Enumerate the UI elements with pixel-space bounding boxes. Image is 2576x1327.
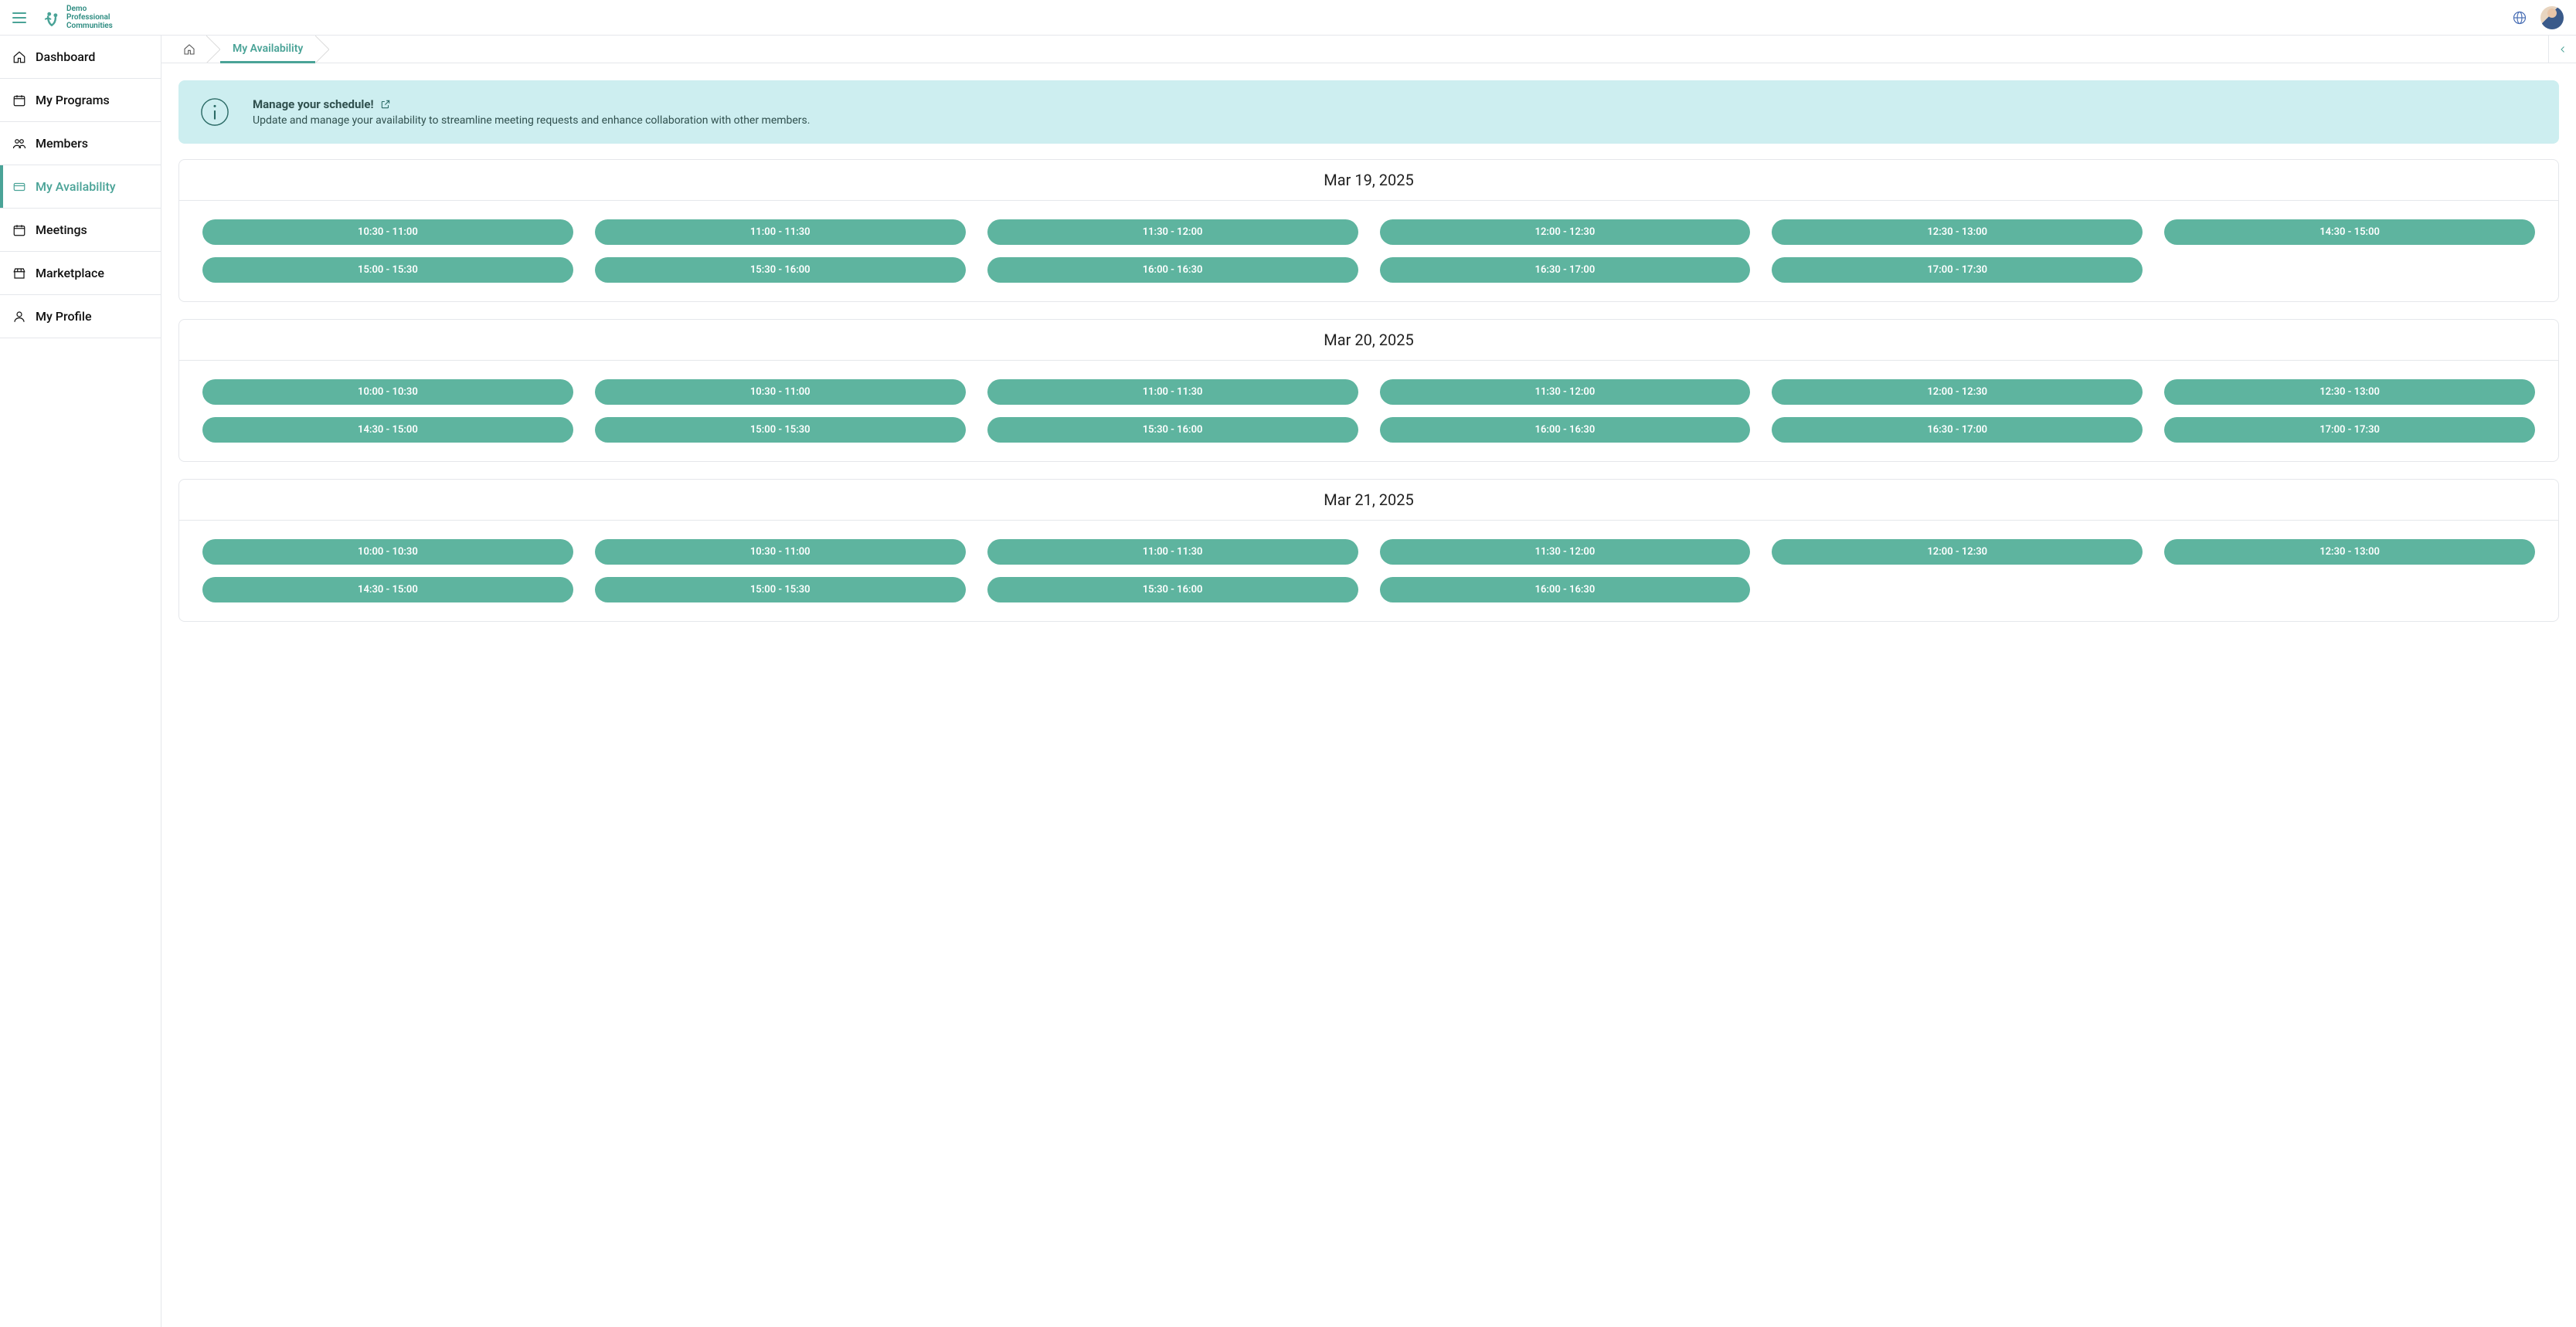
time-slot[interactable]: 11:00 - 11:30 bbox=[987, 379, 1358, 405]
time-slot[interactable]: 12:30 - 13:00 bbox=[2164, 539, 2535, 565]
time-slot[interactable]: 12:00 - 12:30 bbox=[1380, 219, 1751, 245]
info-icon bbox=[200, 97, 229, 127]
brand-logo[interactable]: Demo Professional Communities bbox=[42, 5, 113, 30]
day-card: Mar 19, 2025 10:30 - 11:00 11:00 - 11:30 11… bbox=[178, 159, 2559, 302]
slots-grid: 10:00 - 10:30 10:30 - 11:00 11:00 - 11:30 1… bbox=[179, 521, 2558, 621]
breadcrumb-home[interactable] bbox=[180, 36, 206, 63]
store-icon bbox=[12, 266, 26, 280]
logo-icon bbox=[42, 8, 62, 28]
sidebar-item-label: My Programs bbox=[36, 93, 110, 107]
day-card: Mar 21, 2025 10:00 - 10:30 10:30 - 11:00 11… bbox=[178, 479, 2559, 622]
time-slot[interactable]: 12:00 - 12:30 bbox=[1772, 379, 2143, 405]
sidebar-item-label: Meetings bbox=[36, 222, 87, 237]
sidebar-item-label: Dashboard bbox=[36, 49, 95, 64]
external-link-icon bbox=[380, 99, 391, 110]
sidebar-item-label: Members bbox=[36, 136, 88, 151]
chevron-left-icon bbox=[2558, 45, 2568, 54]
time-slot[interactable]: 16:00 - 16:30 bbox=[1380, 417, 1751, 443]
banner-title-link[interactable]: Manage your schedule! bbox=[253, 97, 810, 111]
time-slot[interactable]: 15:30 - 16:00 bbox=[595, 257, 966, 283]
time-slot[interactable]: 10:30 - 11:00 bbox=[595, 379, 966, 405]
brand-text: Demo Professional Communities bbox=[66, 5, 113, 30]
day-date: Mar 21, 2025 bbox=[179, 480, 2558, 521]
time-slot[interactable]: 17:00 - 17:30 bbox=[2164, 417, 2535, 443]
info-banner: Manage your schedule! Update and manage … bbox=[178, 80, 2559, 144]
user-avatar[interactable] bbox=[2540, 6, 2564, 29]
time-slot[interactable]: 12:00 - 12:30 bbox=[1772, 539, 2143, 565]
time-slot[interactable]: 11:00 - 11:30 bbox=[987, 539, 1358, 565]
card-icon bbox=[12, 180, 26, 194]
time-slot[interactable]: 15:00 - 15:30 bbox=[595, 417, 966, 443]
time-slot[interactable]: 15:00 - 15:30 bbox=[595, 577, 966, 602]
time-slot[interactable]: 16:30 - 17:00 bbox=[1772, 417, 2143, 443]
slots-grid: 10:00 - 10:30 10:30 - 11:00 11:00 - 11:30 1… bbox=[179, 361, 2558, 461]
time-slot[interactable]: 16:00 - 16:30 bbox=[1380, 577, 1751, 602]
sidebar-item-my-profile[interactable]: My Profile bbox=[0, 295, 161, 338]
time-slot[interactable]: 14:30 - 15:00 bbox=[202, 417, 573, 443]
time-slot[interactable]: 15:30 - 16:00 bbox=[987, 417, 1358, 443]
sidebar-item-meetings[interactable]: Meetings bbox=[0, 209, 161, 252]
calendar-icon bbox=[12, 223, 26, 237]
time-slot[interactable]: 11:00 - 11:30 bbox=[595, 219, 966, 245]
day-date: Mar 20, 2025 bbox=[179, 320, 2558, 361]
user-icon bbox=[12, 310, 26, 324]
time-slot[interactable]: 16:30 - 17:00 bbox=[1380, 257, 1751, 283]
time-slot[interactable]: 10:00 - 10:30 bbox=[202, 379, 573, 405]
breadcrumb-separator bbox=[315, 36, 329, 63]
collapse-panel-button[interactable] bbox=[2548, 36, 2576, 63]
home-icon bbox=[183, 43, 195, 56]
topbar: Demo Professional Communities bbox=[0, 0, 2576, 36]
time-slot[interactable]: 10:30 - 11:00 bbox=[595, 539, 966, 565]
home-icon bbox=[12, 50, 26, 64]
sidebar-item-label: Marketplace bbox=[36, 266, 104, 280]
sidebar: Dashboard My Programs Members My Availabili… bbox=[0, 36, 161, 1327]
time-slot[interactable]: 10:00 - 10:30 bbox=[202, 539, 573, 565]
time-slot[interactable]: 14:30 - 15:00 bbox=[2164, 219, 2535, 245]
day-date: Mar 19, 2025 bbox=[179, 160, 2558, 201]
calendar-icon bbox=[12, 93, 26, 107]
sidebar-item-my-availability[interactable]: My Availability bbox=[0, 165, 161, 209]
time-slot[interactable]: 15:00 - 15:30 bbox=[202, 257, 573, 283]
time-slot[interactable]: 14:30 - 15:00 bbox=[202, 577, 573, 602]
time-slot[interactable]: 12:30 - 13:00 bbox=[2164, 379, 2535, 405]
breadcrumb-separator bbox=[206, 36, 220, 63]
language-globe-icon[interactable] bbox=[2513, 11, 2527, 25]
menu-toggle-button[interactable] bbox=[12, 12, 26, 23]
slots-grid: 10:30 - 11:00 11:00 - 11:30 11:30 - 12:00 1… bbox=[179, 201, 2558, 301]
time-slot[interactable]: 12:30 - 13:00 bbox=[1772, 219, 2143, 245]
sidebar-item-members[interactable]: Members bbox=[0, 122, 161, 165]
sidebar-item-label: My Profile bbox=[36, 309, 92, 324]
day-card: Mar 20, 2025 10:00 - 10:30 10:30 - 11:00 11… bbox=[178, 319, 2559, 462]
sidebar-item-marketplace[interactable]: Marketplace bbox=[0, 252, 161, 295]
time-slot[interactable]: 11:30 - 12:00 bbox=[1380, 539, 1751, 565]
time-slot[interactable]: 11:30 - 12:00 bbox=[1380, 379, 1751, 405]
time-slot[interactable]: 15:30 - 16:00 bbox=[987, 577, 1358, 602]
sidebar-item-my-programs[interactable]: My Programs bbox=[0, 79, 161, 122]
banner-description: Update and manage your availability to s… bbox=[253, 114, 810, 127]
time-slot[interactable]: 17:00 - 17:30 bbox=[1772, 257, 2143, 283]
sidebar-item-label: My Availability bbox=[36, 179, 116, 194]
users-icon bbox=[12, 137, 26, 151]
main-content: My Availability Manage your schedule! bbox=[161, 36, 2576, 1327]
time-slot[interactable]: 16:00 - 16:30 bbox=[987, 257, 1358, 283]
breadcrumb-current: My Availability bbox=[220, 36, 315, 63]
time-slot[interactable]: 10:30 - 11:00 bbox=[202, 219, 573, 245]
time-slot[interactable]: 11:30 - 12:00 bbox=[987, 219, 1358, 245]
sidebar-item-dashboard[interactable]: Dashboard bbox=[0, 36, 161, 79]
breadcrumb: My Availability bbox=[161, 36, 2576, 63]
